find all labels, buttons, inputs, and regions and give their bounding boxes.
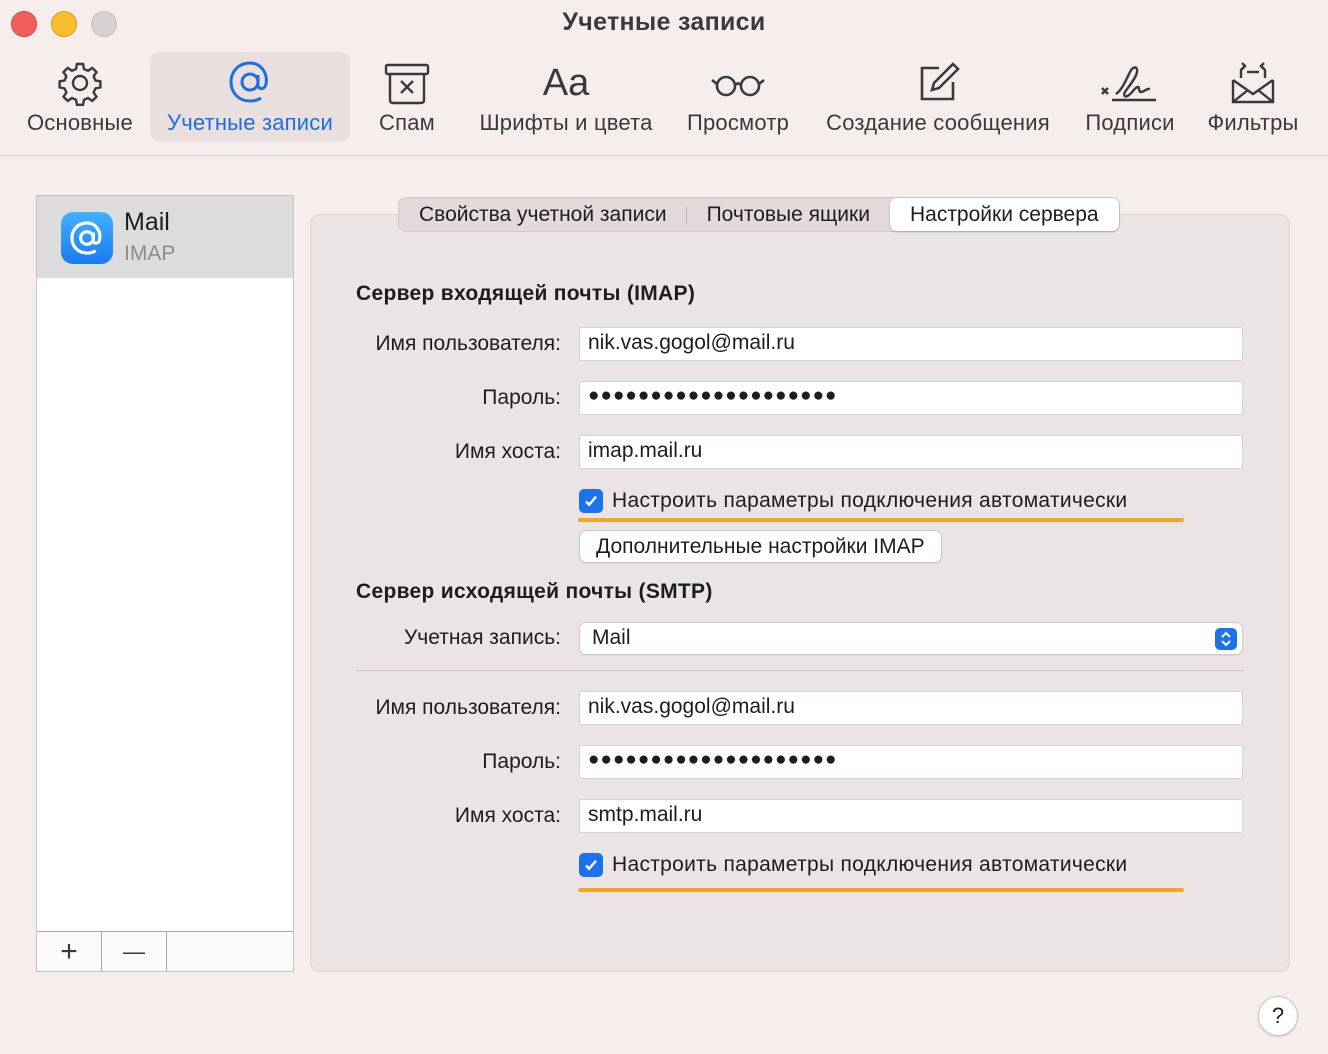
window-title: Учетные записи — [562, 8, 766, 36]
toolbar-item-signatures[interactable]: Подписи — [1074, 52, 1186, 142]
mail-at-icon — [61, 212, 113, 264]
incoming-password-field[interactable]: ●●●●●●●●●●●●●●●●●●●● — [579, 381, 1243, 415]
toolbar-label: Основные — [27, 110, 133, 135]
glasses-icon — [710, 52, 766, 110]
toolbar-label: Спам — [379, 110, 435, 135]
accounts-list-footer: + — — [37, 931, 293, 971]
outgoing-host-label: Имя хоста: — [454, 804, 561, 827]
tab-mailbox-behaviors[interactable]: Почтовые ящики — [687, 198, 890, 231]
toolbar-item-viewing[interactable]: Просмотр — [676, 52, 800, 142]
outgoing-username-field[interactable]: nik.vas.gogol@mail.ru — [579, 691, 1243, 725]
account-tabs: Свойства учетной записи Почтовые ящики Н… — [398, 197, 1120, 232]
toolbar-item-rules[interactable]: Фильтры — [1196, 52, 1310, 142]
tab-account-info[interactable]: Свойства учетной записи — [399, 198, 687, 231]
advanced-imap-settings-button[interactable]: Дополнительные настройки IMAP — [579, 530, 942, 563]
toolbar-item-fonts[interactable]: Aa Шрифты и цвета — [468, 52, 664, 142]
remove-account-button[interactable]: — — [102, 932, 167, 971]
incoming-auto-settings-label: Настроить параметры подключения автомати… — [612, 489, 1128, 512]
account-row-mail[interactable]: Mail IMAP — [37, 196, 293, 278]
account-type: IMAP — [124, 242, 176, 265]
incoming-password-label: Пароль: — [482, 386, 561, 409]
outgoing-account-value: Mail — [592, 626, 631, 649]
fonts-icon: Aa — [542, 62, 590, 104]
at-icon — [226, 52, 274, 110]
toolbar: Учетные записи Основные Учетные записи С… — [0, 0, 1328, 156]
incoming-username-field[interactable]: nik.vas.gogol@mail.ru — [579, 327, 1243, 361]
highlight-underline — [578, 518, 1184, 522]
checkmark-icon — [579, 489, 603, 513]
incoming-server-heading: Сервер входящей почты (IMAP) — [356, 282, 696, 305]
outgoing-auto-settings-label: Настроить параметры подключения автомати… — [612, 853, 1128, 876]
signature-icon — [1098, 52, 1162, 110]
toolbar-label: Шрифты и цвета — [479, 110, 653, 135]
toolbar-label: Подписи — [1085, 110, 1175, 135]
outgoing-host-field[interactable]: smtp.mail.ru — [579, 799, 1243, 833]
toolbar-item-accounts[interactable]: Учетные записи — [150, 52, 350, 142]
toolbar-item-composing[interactable]: Создание сообщения — [812, 52, 1064, 142]
outgoing-server-heading: Сервер исходящей почты (SMTP) — [356, 580, 713, 603]
toolbar-item-general[interactable]: Основные — [16, 52, 144, 142]
incoming-host-field[interactable]: imap.mail.ru — [579, 435, 1243, 469]
outgoing-auto-settings-checkbox[interactable]: Настроить параметры подключения автомати… — [579, 850, 1127, 880]
outgoing-account-label: Учетная запись: — [403, 626, 561, 649]
checkmark-icon — [579, 853, 603, 877]
section-divider — [356, 670, 1244, 671]
outgoing-password-label: Пароль: — [482, 750, 561, 773]
incoming-host-label: Имя хоста: — [454, 440, 561, 463]
rules-icon — [1229, 52, 1277, 110]
chevron-updown-icon — [1215, 628, 1237, 650]
help-button[interactable]: ? — [1258, 996, 1298, 1036]
toolbar-label: Фильтры — [1207, 110, 1299, 135]
toolbar-item-junk[interactable]: Спам — [364, 52, 450, 142]
tab-server-settings[interactable]: Настройки сервера — [889, 198, 1119, 231]
outgoing-account-select[interactable]: Mail — [579, 622, 1243, 655]
junk-bin-icon — [383, 52, 431, 110]
account-name: Mail — [124, 208, 170, 236]
outgoing-password-field[interactable]: ●●●●●●●●●●●●●●●●●●●● — [579, 745, 1243, 779]
accounts-list: Mail IMAP + — — [36, 195, 294, 972]
toolbar-label: Учетные записи — [167, 110, 333, 135]
highlight-underline — [578, 888, 1184, 892]
toolbar-label: Создание сообщения — [826, 110, 1050, 135]
outgoing-username-label: Имя пользователя: — [375, 696, 561, 719]
incoming-auto-settings-checkbox[interactable]: Настроить параметры подключения автомати… — [579, 486, 1127, 516]
compose-icon — [915, 52, 961, 110]
toolbar-label: Просмотр — [686, 110, 790, 135]
add-account-button[interactable]: + — [37, 932, 102, 971]
incoming-username-label: Имя пользователя: — [375, 332, 561, 355]
gear-icon — [57, 52, 103, 110]
